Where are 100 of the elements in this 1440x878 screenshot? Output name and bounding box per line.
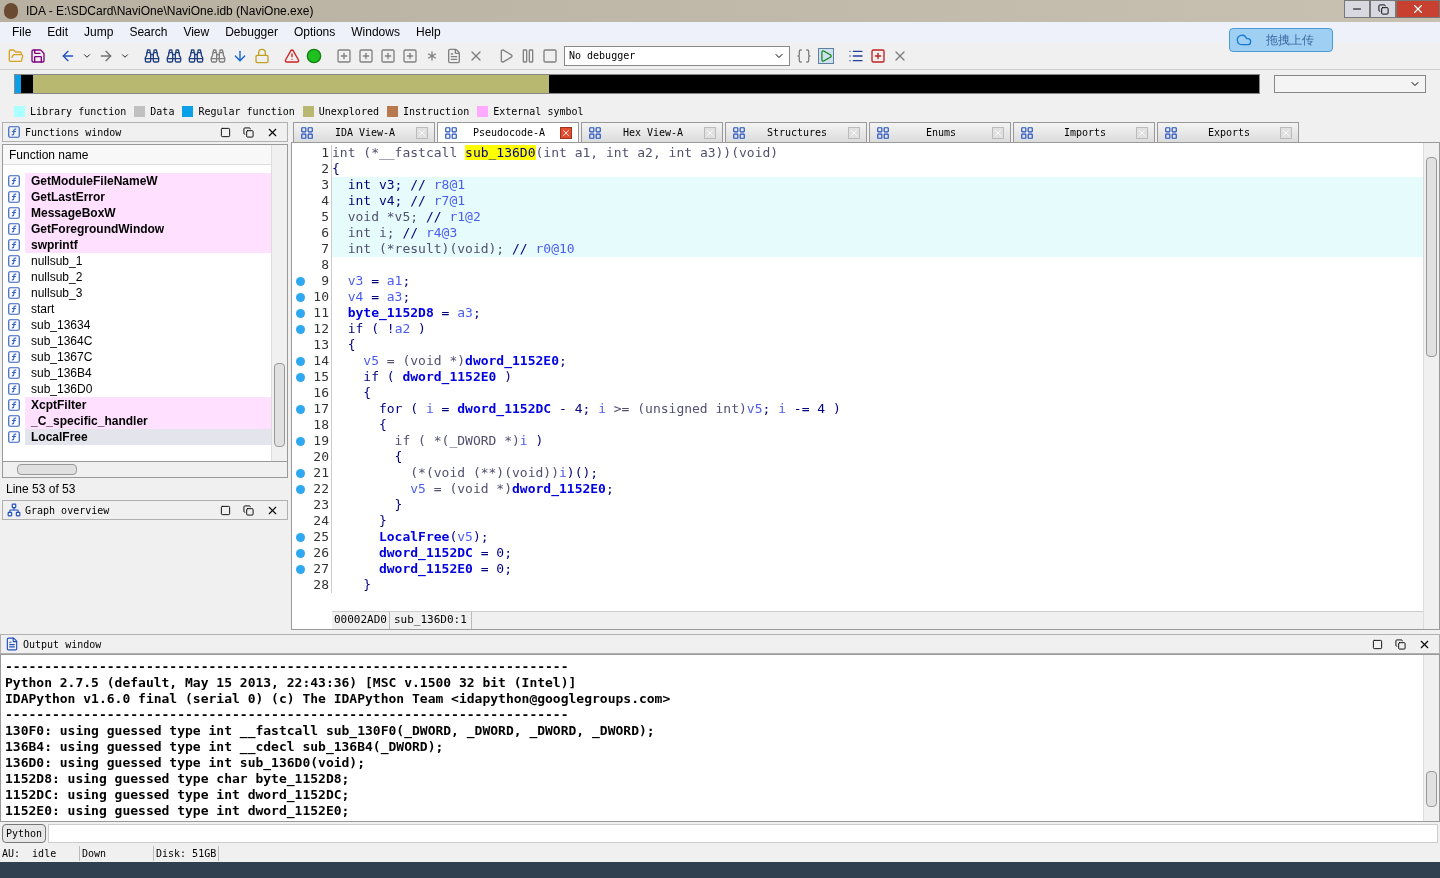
tab[interactable]: Pseudocode-A <box>437 122 579 142</box>
upload-button[interactable]: 拖拽上传 <box>1229 28 1333 52</box>
save-icon[interactable] <box>30 47 46 64</box>
line-number: 7 <box>320 241 330 257</box>
tab[interactable]: IDA View-A <box>293 122 435 142</box>
function-row[interactable]: GetModuleFileNameW <box>3 173 271 189</box>
function-name: start <box>30 301 55 318</box>
add-icon[interactable] <box>870 47 886 64</box>
line-number: 18 <box>312 417 330 433</box>
close-icon[interactable] <box>560 126 572 139</box>
lock-icon[interactable] <box>254 47 270 64</box>
debugger-select[interactable]: No debugger <box>564 45 790 66</box>
code-line: dword_1152E0 = 0; <box>377 561 513 577</box>
tab[interactable]: Imports <box>1013 122 1155 142</box>
stop-icon[interactable] <box>542 47 558 64</box>
open-folder-icon[interactable] <box>8 47 24 64</box>
menu-item[interactable]: Debugger <box>217 23 286 41</box>
code-line: (*(void (**)(void))i)(); <box>409 465 599 481</box>
scrollbar-thumb[interactable] <box>17 464 77 475</box>
legend-label: External symbol <box>493 104 584 119</box>
output-line: 1152E0: using guessed type int dword_1152E0; <box>5 803 351 819</box>
function-icon <box>7 222 21 236</box>
function-name: MessageBoxW <box>30 205 116 222</box>
function-row[interactable]: LocalFree <box>3 429 271 445</box>
code-line: } <box>362 577 372 593</box>
tab[interactable]: Enums <box>869 122 1011 142</box>
command-input[interactable] <box>48 823 1438 843</box>
function-icon <box>7 286 21 300</box>
code-line: if ( !a2 ) <box>346 321 426 337</box>
function-row[interactable]: MessageBoxW <box>3 205 271 221</box>
binoculars-icon[interactable] <box>188 47 204 64</box>
function-name: _C_specific_handler <box>30 413 148 430</box>
restore-icon[interactable] <box>243 504 254 516</box>
scrollbar-thumb[interactable] <box>1426 157 1437 357</box>
line-number: 28 <box>312 577 330 593</box>
function-icon <box>7 350 21 364</box>
minimize-button[interactable] <box>1344 0 1370 18</box>
line-number: 11 <box>312 305 330 321</box>
line-number: 1 <box>320 145 330 161</box>
maximize-icon[interactable] <box>220 126 231 138</box>
maximize-icon[interactable] <box>220 504 231 516</box>
maximize-button[interactable] <box>1370 0 1396 18</box>
code-icon[interactable] <box>796 47 812 64</box>
menu-item[interactable]: Jump <box>76 23 122 41</box>
tab-icon <box>300 125 314 140</box>
menu-item[interactable]: View <box>175 23 218 41</box>
plus-icon[interactable] <box>336 47 352 64</box>
circle-icon[interactable] <box>306 47 322 64</box>
tab-icon <box>444 125 458 140</box>
code-line: LocalFree(v5); <box>377 529 489 545</box>
line-number: 8 <box>320 257 330 273</box>
line-number: 13 <box>312 337 330 353</box>
panel-title: Graph overview <box>25 503 111 518</box>
restore-icon <box>1377 3 1389 15</box>
scrollbar[interactable] <box>2 462 288 478</box>
function-name: LocalFree <box>30 429 88 446</box>
menu-item[interactable]: Windows <box>343 23 408 41</box>
line-number: 15 <box>312 369 330 385</box>
function-icon <box>7 334 21 348</box>
pause-icon[interactable] <box>520 47 536 64</box>
menu-item[interactable]: Help <box>407 23 449 41</box>
run-code-icon[interactable] <box>818 47 834 64</box>
function-name: XcptFilter <box>30 397 87 414</box>
navigation-band[interactable] <box>14 74 1260 94</box>
plus-icon[interactable] <box>358 47 374 64</box>
plus-icon[interactable] <box>402 47 418 64</box>
restore-icon[interactable] <box>243 126 254 138</box>
function-row[interactable]: swprintf <box>3 237 271 253</box>
code-line: { <box>377 417 387 433</box>
plus-icon[interactable] <box>380 47 396 64</box>
code-line: { <box>332 161 340 177</box>
function-icon <box>7 190 21 204</box>
tab[interactable]: Hex View-A <box>581 122 723 142</box>
maximize-icon[interactable] <box>1372 638 1383 650</box>
function-row[interactable]: XcptFilter <box>3 397 271 413</box>
function-row[interactable]: GetLastError <box>3 189 271 205</box>
segment-select[interactable] <box>1274 75 1426 93</box>
menu-item[interactable]: Search <box>121 23 176 41</box>
menu-item[interactable]: File <box>4 23 40 41</box>
menu-item[interactable]: Options <box>285 23 344 41</box>
scrollbar-thumb[interactable] <box>1426 771 1437 807</box>
function-row[interactable]: GetForegroundWindow <box>3 221 271 237</box>
scrollbar-thumb[interactable] <box>274 363 285 447</box>
warning-icon[interactable] <box>284 47 300 64</box>
binoculars-icon[interactable] <box>166 47 182 64</box>
column-header[interactable]: Function name <box>3 145 271 165</box>
close-icon <box>1411 2 1425 16</box>
python-button[interactable]: Python <box>2 823 47 843</box>
output-line: ------------------------------------------------------------------------ <box>5 659 570 675</box>
menu-item[interactable]: Edit <box>39 23 77 41</box>
function-row[interactable]: _C_specific_handler <box>3 413 271 429</box>
status-text: AU: idle <box>0 845 80 861</box>
edit-icon[interactable] <box>446 47 462 64</box>
function-icon <box>7 414 21 428</box>
restore-icon[interactable] <box>1395 638 1406 650</box>
tab[interactable]: Exports <box>1157 122 1299 142</box>
play-icon[interactable] <box>498 47 514 64</box>
tab[interactable]: Structures <box>725 122 867 142</box>
close-button[interactable] <box>1396 0 1440 18</box>
binoculars-icon[interactable] <box>144 47 160 64</box>
